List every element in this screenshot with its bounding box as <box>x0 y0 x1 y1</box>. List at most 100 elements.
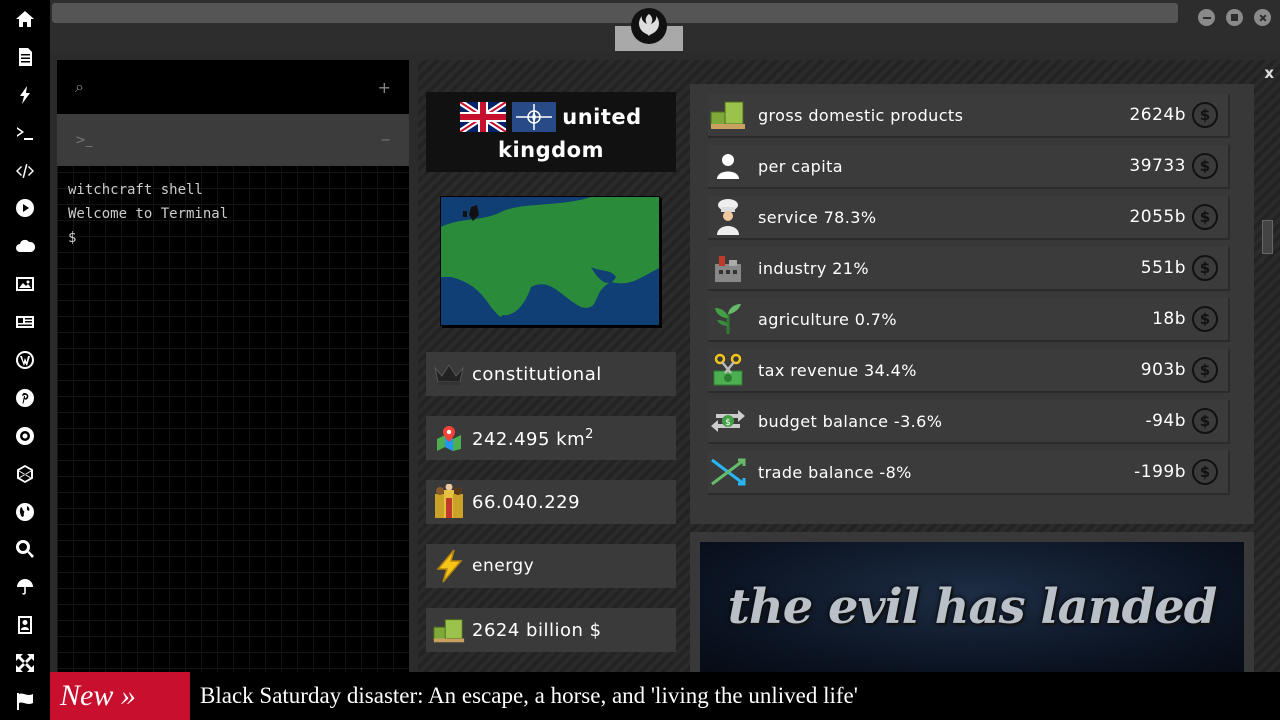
economy-row[interactable]: tax revenue 34.4% 903b $ <box>708 349 1230 393</box>
area-unit-exponent: 2 <box>585 426 594 442</box>
play-icon[interactable] <box>0 189 50 227</box>
dollar-icon[interactable]: $ <box>1192 153 1218 179</box>
code-icon[interactable] <box>0 152 50 190</box>
panel-close-button[interactable]: x <box>1264 64 1274 82</box>
maximize-button[interactable] <box>1226 9 1243 26</box>
economy-value: -199b <box>1134 462 1186 482</box>
promo-image[interactable]: the evil has landed <box>700 542 1244 672</box>
dollar-icon[interactable]: $ <box>1192 459 1218 485</box>
economy-value: 2055b <box>1129 207 1186 227</box>
expand-icon[interactable] <box>0 644 50 682</box>
population-icon <box>432 484 466 519</box>
terminal-tab[interactable]: >_ − <box>57 114 409 166</box>
factory-icon <box>708 248 748 288</box>
search-icon[interactable] <box>0 530 50 568</box>
economy-label: service 78.3% <box>758 207 877 227</box>
dollar-icon[interactable]: $ <box>1192 102 1218 128</box>
exchange-icon: $ <box>708 401 748 441</box>
economy-value: -94b <box>1145 411 1186 431</box>
terminal-search-bar[interactable]: ⌕ + <box>57 60 409 114</box>
scissors-money-icon <box>708 350 748 390</box>
terminal-window: ⌕ + >_ − witchcraft shell Welcome to Ter… <box>57 60 409 672</box>
umbrella-icon[interactable] <box>0 568 50 606</box>
dollar-icon[interactable]: $ <box>1192 408 1218 434</box>
resource-value: energy <box>472 556 535 576</box>
top-bar <box>50 0 1280 52</box>
terminal-line: Welcome to Terminal <box>68 206 229 222</box>
add-tab-button[interactable]: + <box>378 78 391 97</box>
news-ticker-label: New » <box>50 672 190 720</box>
plant-icon <box>708 299 748 339</box>
app-emblem[interactable] <box>615 0 683 51</box>
app-sidebar <box>0 0 50 720</box>
terminal-tab-label: >_ <box>75 132 93 148</box>
country-panel: x united kingdom constitutional 242.495 … <box>418 60 1280 672</box>
flag-icon[interactable] <box>0 682 50 720</box>
economy-row[interactable]: trade balance -8% -199b $ <box>708 451 1230 495</box>
search-icon[interactable]: ⌕ <box>75 77 84 97</box>
terminal-line: witchcraft shell <box>68 182 203 198</box>
economy-label: agriculture 0.7% <box>758 309 897 329</box>
economy-row[interactable]: service 78.3% 2055b $ <box>708 196 1230 240</box>
economy-label: trade balance -8% <box>758 462 912 482</box>
economy-label: gross domestic products <box>758 105 964 125</box>
population-value: 66.040.229 <box>472 491 581 513</box>
dollar-icon[interactable]: $ <box>1192 204 1218 230</box>
home-icon[interactable] <box>0 0 50 38</box>
economy-value: 2624b <box>1129 105 1186 125</box>
rebel-icon[interactable] <box>0 417 50 455</box>
news-headline[interactable]: Black Saturday disaster: An escape, a ho… <box>200 683 858 709</box>
bolt-icon[interactable] <box>0 76 50 114</box>
dollar-icon[interactable]: $ <box>1192 255 1218 281</box>
uk-flag-icon <box>460 102 507 132</box>
country-name-line2: kingdom <box>498 138 604 162</box>
crown-icon <box>432 357 466 391</box>
news-ticker[interactable]: New » Black Saturday disaster: An escape… <box>50 672 1280 720</box>
svg-text:$: $ <box>725 418 731 428</box>
rebel-emblem-icon <box>631 8 667 44</box>
globe-icon[interactable] <box>0 493 50 531</box>
chef-icon <box>708 197 748 237</box>
government-row: constitutional <box>426 352 676 396</box>
pinterest-icon[interactable] <box>0 379 50 417</box>
dollar-icon[interactable]: $ <box>1192 306 1218 332</box>
promo-banner[interactable]: the evil has landed <box>690 532 1254 672</box>
country-location-map[interactable] <box>440 196 660 326</box>
economy-label: industry 21% <box>758 258 869 278</box>
economy-label: budget balance -3.6% <box>758 411 943 431</box>
economy-label: tax revenue 34.4% <box>758 360 917 380</box>
government-type: constitutional <box>472 363 602 385</box>
contacts-icon[interactable] <box>0 606 50 644</box>
terminal-prompt: $ <box>68 230 77 246</box>
economy-value: 18b <box>1152 309 1186 329</box>
terminal-icon[interactable] <box>0 114 50 152</box>
economy-row[interactable]: $ budget balance -3.6% -94b $ <box>708 400 1230 444</box>
area-value: 242.495 km2 <box>472 426 594 450</box>
gdp-row: 2624 billion $ <box>426 608 676 652</box>
wordpress-icon[interactable] <box>0 341 50 379</box>
close-window-button[interactable] <box>1254 9 1271 26</box>
resource-row: energy <box>426 544 676 588</box>
dollar-icon[interactable]: $ <box>1192 357 1218 383</box>
news-icon[interactable] <box>0 303 50 341</box>
economy-value: 39733 <box>1129 156 1186 176</box>
close-tab-button[interactable]: − <box>380 133 391 148</box>
promo-title: the evil has landed <box>727 579 1218 635</box>
money-stack-icon <box>708 95 748 135</box>
economy-row[interactable]: agriculture 0.7% 18b $ <box>708 298 1230 342</box>
panel-scrollbar-thumb[interactable] <box>1262 220 1273 254</box>
image-icon[interactable] <box>0 265 50 303</box>
minimize-button[interactable] <box>1198 9 1215 26</box>
gdp-value: 2624 billion $ <box>472 619 602 641</box>
population-row: 66.040.229 <box>426 480 676 524</box>
terminal-output[interactable]: witchcraft shell Welcome to Terminal $ <box>57 166 409 262</box>
globe-mesh-icon[interactable] <box>0 455 50 493</box>
economy-row[interactable]: industry 21% 551b $ <box>708 247 1230 291</box>
document-icon[interactable] <box>0 38 50 76</box>
map-pin-icon <box>432 421 466 455</box>
energy-icon <box>432 549 466 583</box>
cloud-icon[interactable] <box>0 227 50 265</box>
money-stack-icon <box>432 613 466 647</box>
economy-row[interactable]: per capita 39733 $ <box>708 145 1230 189</box>
economy-row[interactable]: gross domestic products 2624b $ <box>708 94 1230 138</box>
